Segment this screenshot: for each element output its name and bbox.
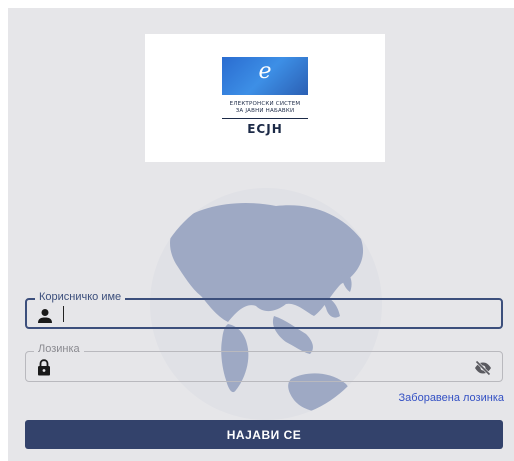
password-input[interactable] xyxy=(58,356,462,378)
password-label: Лозинка xyxy=(34,343,84,355)
password-field[interactable]: Лозинка xyxy=(25,343,503,382)
login-panel: e ЕЛЕКТРОНСКИ СИСТЕМ ЗА ЈАВНИ НАБАВКИ ЕС… xyxy=(8,8,514,461)
username-input[interactable] xyxy=(59,304,463,326)
lock-icon xyxy=(38,359,50,376)
person-icon xyxy=(38,309,52,323)
logo-divider xyxy=(222,118,308,119)
username-label: Корисничко име xyxy=(35,291,126,303)
logo-e-letter: e xyxy=(258,59,272,84)
login-button[interactable]: НАЈАВИ СЕ xyxy=(25,420,503,449)
logo-text-line1: ЕЛЕКТРОНСКИ СИСТЕМ xyxy=(229,101,301,107)
logo-mark: e xyxy=(222,57,308,95)
username-field[interactable]: Корисничко име xyxy=(25,291,503,329)
logo-abbreviation: ЕСЈН xyxy=(247,122,283,136)
logo-card: e ЕЛЕКТРОНСКИ СИСТЕМ ЗА ЈАВНИ НАБАВКИ ЕС… xyxy=(145,34,385,162)
eye-off-icon[interactable] xyxy=(474,360,492,376)
logo-text-line2: ЗА ЈАВНИ НАБАВКИ xyxy=(235,108,295,114)
forgot-password-link[interactable]: Заборавена лозинка xyxy=(399,392,504,404)
